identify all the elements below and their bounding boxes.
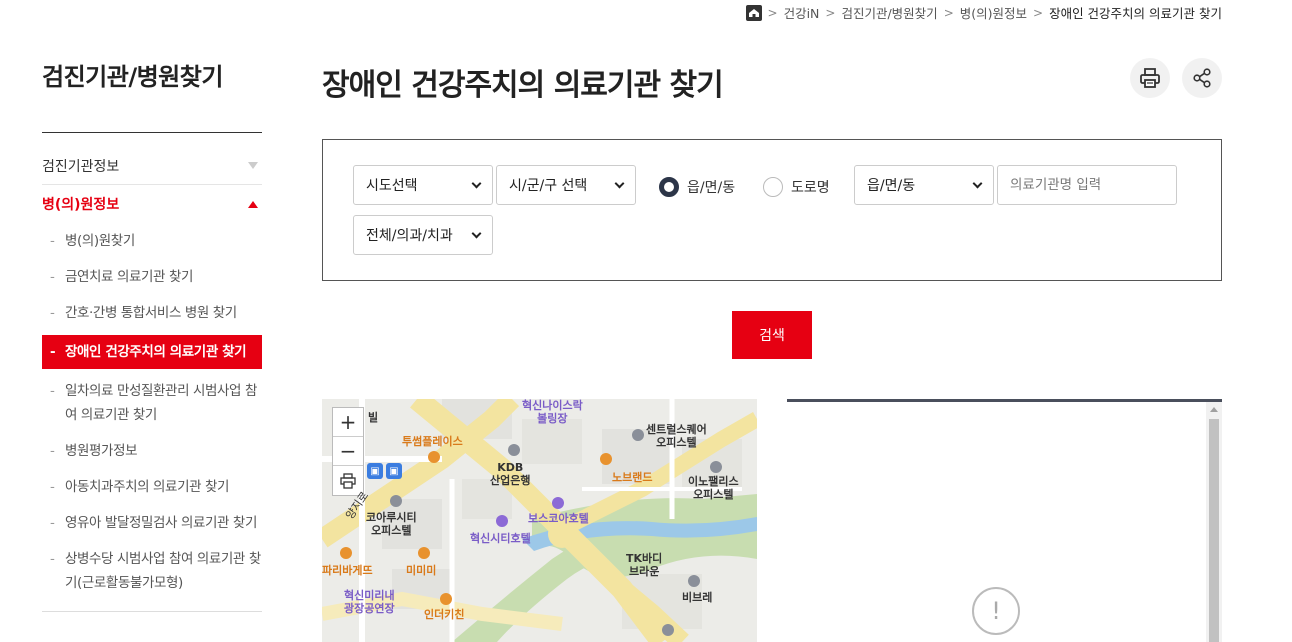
sidebar-bottom-divider xyxy=(42,611,262,612)
sido-select[interactable]: 시도선택 xyxy=(353,165,493,205)
type-select[interactable]: 전체/의과/치과 xyxy=(353,215,493,255)
map-zoom-control: + − xyxy=(332,407,364,496)
sidebar-title: 검진기관/병원찾기 xyxy=(42,63,223,91)
type-select-value: 전체/의과/치과 xyxy=(366,228,453,244)
collapse-arrow-icon xyxy=(248,200,258,208)
sidebar-item-hospital[interactable]: 병(의)원정보 xyxy=(42,185,262,223)
breadcrumb-separator-icon: > xyxy=(943,5,954,20)
radio-label: 도로명 xyxy=(791,180,830,196)
map-label: 비브레 xyxy=(682,591,713,604)
breadcrumb-item[interactable]: 건강iN xyxy=(784,3,820,22)
bakery-icon[interactable] xyxy=(340,547,352,559)
map-label: 빌 xyxy=(368,411,379,424)
sidebar-item-label: 병(의)원정보 xyxy=(42,197,120,213)
print-icon xyxy=(340,472,356,489)
submenu-item-current[interactable]: 장애인 건강주치의 의료기관 찾기 xyxy=(42,335,262,369)
breadcrumb-item[interactable]: 병(의)원정보 xyxy=(960,3,1027,22)
restaurant-icon[interactable] xyxy=(440,593,452,605)
scroll-up-icon[interactable] xyxy=(1210,407,1218,412)
cafe-icon[interactable] xyxy=(428,451,440,463)
submenu-item[interactable]: 병(의)원찾기 xyxy=(42,223,262,259)
sidebar-submenu: 병(의)원찾기 금연치료 의료기관 찾기 간호·간병 통합서비스 병원 찾기 장… xyxy=(42,223,262,601)
submenu-item[interactable]: 영유아 발달정밀검사 의료기관 찾기 xyxy=(42,505,262,541)
submenu-item[interactable]: 아동치과주치의 의료기관 찾기 xyxy=(42,469,262,505)
submenu-item[interactable]: 병원평가정보 xyxy=(42,433,262,469)
bus-stop-icon[interactable]: ▣ xyxy=(367,463,383,479)
search-button[interactable]: 검색 xyxy=(732,311,812,359)
map-label: 노브랜드 xyxy=(612,471,653,484)
sidebar-item-checkup[interactable]: 검진기관정보 xyxy=(42,147,262,185)
eup-select-value: 읍/면/동 xyxy=(867,178,916,194)
map-label: 혁신미리내 광장공연장 xyxy=(344,589,395,615)
alert-icon: ! xyxy=(972,587,1020,635)
print-button[interactable] xyxy=(1130,58,1170,98)
sidebar-item-label: 검진기관정보 xyxy=(42,158,120,175)
map-label: 투썸플레이스 xyxy=(402,435,463,448)
restaurant-icon[interactable] xyxy=(418,547,430,559)
print-icon xyxy=(1140,68,1160,88)
submenu-item[interactable]: 간호·간병 통합서비스 병원 찾기 xyxy=(42,295,262,331)
result-panel: ! xyxy=(787,399,1222,642)
submenu-item[interactable]: 금연치료 의료기관 찾기 xyxy=(42,259,262,295)
building-icon[interactable] xyxy=(688,575,700,587)
map-label: TK바디 브라운 xyxy=(626,552,663,578)
chevron-down-icon xyxy=(471,228,482,238)
breadcrumb: > 건강iN > 검진기관/병원찾기 > 병(의)원정보 > 장애인 건강주치의… xyxy=(745,3,1222,22)
breadcrumb-separator-icon: > xyxy=(825,5,836,20)
search-form: 시도선택 시/군/구 선택 읍/면/동 도로명 읍/면/동 전체/의과/치과 xyxy=(322,139,1222,281)
map-label: 혁신시티호텔 xyxy=(470,532,531,545)
submenu-item[interactable]: 상병수당 시범사업 참여 의료기관 찾기(근로활동불가모형) xyxy=(42,541,262,601)
radio-eup[interactable]: 읍/면/동 xyxy=(659,177,735,197)
breadcrumb-current: 장애인 건강주치의 의료기관 찾기 xyxy=(1049,6,1222,21)
map-label: 코아루시티 오피스텔 xyxy=(366,511,417,537)
share-button[interactable] xyxy=(1182,58,1222,98)
eup-select[interactable]: 읍/면/동 xyxy=(854,165,994,205)
map[interactable]: + − ▣ ▣ 빌 혁신나이스락 볼링장 투썸플레이스 KDB 산업은행 센트럴스퀘… xyxy=(322,399,757,642)
sido-select-value: 시도선택 xyxy=(366,178,418,194)
breadcrumb-item[interactable]: 검진기관/병원찾기 xyxy=(841,3,937,22)
hotel-icon[interactable] xyxy=(552,497,564,509)
hotel-icon[interactable] xyxy=(496,515,508,527)
zoom-in-button[interactable]: + xyxy=(333,408,363,437)
map-label: 혁신나이스락 볼링장 xyxy=(522,399,583,425)
building-icon[interactable] xyxy=(390,495,402,507)
home-icon[interactable] xyxy=(745,4,762,21)
expand-arrow-icon xyxy=(248,162,258,169)
breadcrumb-separator-icon: > xyxy=(767,5,778,20)
zoom-out-button[interactable]: − xyxy=(333,437,363,466)
chevron-down-icon xyxy=(614,178,625,188)
hospital-name-input[interactable] xyxy=(997,165,1177,205)
share-icon xyxy=(1193,68,1211,88)
map-label: 보스코아호텔 xyxy=(528,512,589,525)
radio-road[interactable]: 도로명 xyxy=(763,177,830,197)
sidebar-menu: 검진기관정보 병(의)원정보 병(의)원찾기 금연치료 의료기관 찾기 간호·간… xyxy=(42,147,262,612)
sigungu-select-value: 시/군/구 선택 xyxy=(509,178,588,194)
map-label: 인더키친 xyxy=(424,608,465,621)
map-label: 미미미 xyxy=(406,564,437,577)
building-icon[interactable] xyxy=(710,461,722,473)
bus-stop-icon[interactable]: ▣ xyxy=(386,463,402,479)
map-label: 파리바게뜨 xyxy=(322,564,373,577)
breadcrumb-separator-icon: > xyxy=(1033,5,1044,20)
page-title: 장애인 건강주치의 의료기관 찾기 xyxy=(322,68,724,103)
map-label: 이노팰리스 오피스텔 xyxy=(688,475,739,501)
chevron-down-icon xyxy=(972,178,983,188)
radio-label: 읍/면/동 xyxy=(687,180,736,196)
radio-checked-icon[interactable] xyxy=(659,177,679,197)
submenu-item[interactable]: 일차의료 만성질환관리 시범사업 참여 의료기관 찾기 xyxy=(42,373,262,433)
map-label: 센트럴스퀘어 오피스텔 xyxy=(646,423,707,449)
bank-icon[interactable] xyxy=(508,444,520,456)
scroll-thumb[interactable] xyxy=(1209,419,1219,642)
building-icon[interactable] xyxy=(632,429,644,441)
sigungu-select[interactable]: 시/군/구 선택 xyxy=(496,165,636,205)
sidebar-divider xyxy=(42,132,262,133)
radio-unchecked-icon[interactable] xyxy=(763,177,783,197)
chevron-down-icon xyxy=(471,178,482,188)
building-icon[interactable] xyxy=(662,624,674,636)
shop-icon[interactable] xyxy=(600,453,612,465)
map-label: KDB 산업은행 xyxy=(490,461,531,487)
scrollbar[interactable] xyxy=(1206,402,1222,642)
